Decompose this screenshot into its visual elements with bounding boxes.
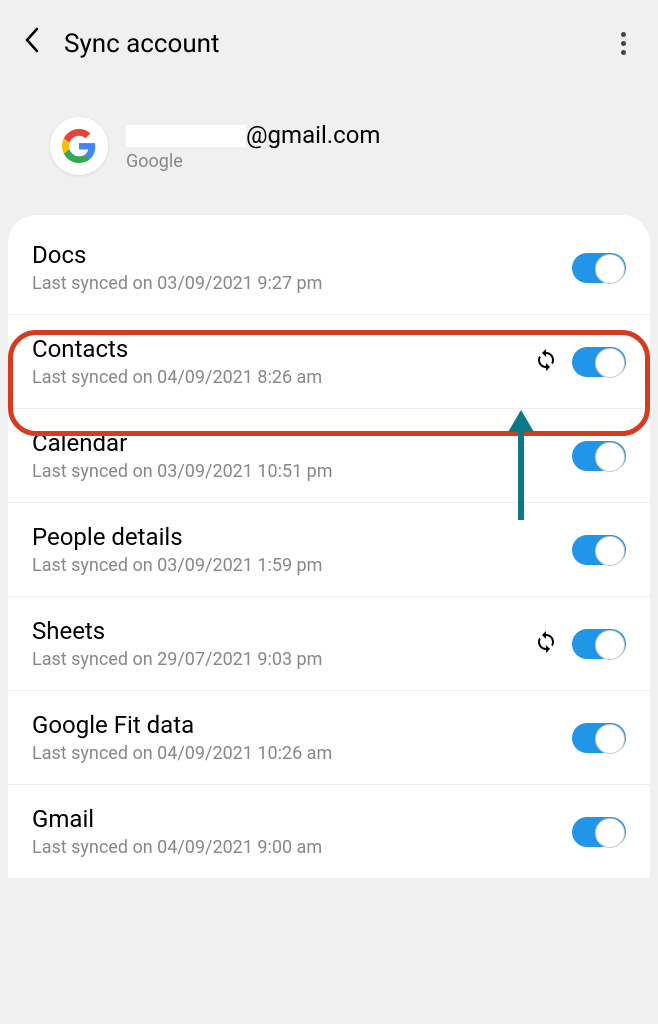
row-text: Calendar Last synced on 03/09/2021 10:51…	[32, 429, 572, 482]
overflow-menu-icon[interactable]	[613, 20, 634, 67]
toggle-contacts[interactable]	[572, 347, 626, 377]
sync-row-google-fit[interactable]: Google Fit data Last synced on 04/09/202…	[8, 691, 650, 785]
row-title: Docs	[32, 241, 572, 269]
row-title: Google Fit data	[32, 711, 572, 739]
toggle-sheets[interactable]	[572, 629, 626, 659]
row-title: People details	[32, 523, 572, 551]
back-icon[interactable]	[24, 27, 40, 60]
sync-row-people-details[interactable]: People details Last synced on 03/09/2021…	[8, 503, 650, 597]
row-text: Sheets Last synced on 29/07/2021 9:03 pm	[32, 617, 534, 670]
row-text: Docs Last synced on 03/09/2021 9:27 pm	[32, 241, 572, 294]
account-text: @gmail.com Google	[126, 121, 380, 172]
header-left: Sync account	[24, 27, 220, 60]
sync-row-docs[interactable]: Docs Last synced on 03/09/2021 9:27 pm	[8, 215, 650, 315]
row-subtitle: Last synced on 04/09/2021 10:26 am	[32, 743, 572, 764]
sync-spinner-icon	[534, 630, 558, 658]
row-title: Contacts	[32, 335, 534, 363]
row-subtitle: Last synced on 04/09/2021 8:26 am	[32, 367, 534, 388]
row-title: Calendar	[32, 429, 572, 457]
row-title: Gmail	[32, 805, 572, 833]
toggle-calendar[interactable]	[572, 441, 626, 471]
row-subtitle: Last synced on 03/09/2021 10:51 pm	[32, 461, 572, 482]
account-email: @gmail.com	[126, 121, 380, 149]
sync-spinner-icon	[534, 348, 558, 376]
sync-row-gmail[interactable]: Gmail Last synced on 04/09/2021 9:00 am	[8, 785, 650, 878]
sync-row-sheets[interactable]: Sheets Last synced on 29/07/2021 9:03 pm	[8, 597, 650, 691]
toggle-people-details[interactable]	[572, 535, 626, 565]
sync-list: Docs Last synced on 03/09/2021 9:27 pm C…	[8, 215, 650, 878]
toggle-docs[interactable]	[572, 253, 626, 283]
google-logo-icon	[50, 117, 108, 175]
row-text: People details Last synced on 03/09/2021…	[32, 523, 572, 576]
sync-row-calendar[interactable]: Calendar Last synced on 03/09/2021 10:51…	[8, 409, 650, 503]
row-subtitle: Last synced on 04/09/2021 9:00 am	[32, 837, 572, 858]
header: Sync account	[0, 0, 658, 87]
row-subtitle: Last synced on 03/09/2021 9:27 pm	[32, 273, 572, 294]
sync-row-contacts[interactable]: Contacts Last synced on 04/09/2021 8:26 …	[8, 315, 650, 409]
page-title: Sync account	[64, 29, 220, 59]
toggle-gmail[interactable]	[572, 817, 626, 847]
account-provider: Google	[126, 151, 380, 172]
row-subtitle: Last synced on 29/07/2021 9:03 pm	[32, 649, 534, 670]
account-section: @gmail.com Google	[0, 87, 658, 215]
row-text: Gmail Last synced on 04/09/2021 9:00 am	[32, 805, 572, 858]
toggle-google-fit[interactable]	[572, 723, 626, 753]
row-subtitle: Last synced on 03/09/2021 1:59 pm	[32, 555, 572, 576]
row-text: Google Fit data Last synced on 04/09/202…	[32, 711, 572, 764]
row-text: Contacts Last synced on 04/09/2021 8:26 …	[32, 335, 534, 388]
row-title: Sheets	[32, 617, 534, 645]
